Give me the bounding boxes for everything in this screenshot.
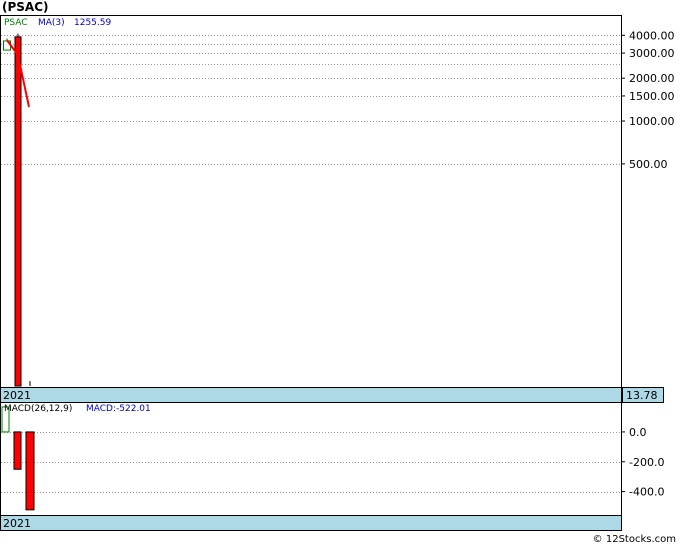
price-tick-label: 4000.00 xyxy=(629,29,675,42)
macd-y-axis: 0.0 -200.0 -400.0 xyxy=(621,426,664,499)
macd-legend-value: MACD:-522.01 xyxy=(86,404,151,414)
macd-panel-frame xyxy=(0,402,622,531)
price-tick-label: 1000.00 xyxy=(629,115,675,128)
macd-tick-label: -200.0 xyxy=(629,456,664,469)
macd-legend-label: MACD(26,12,9) xyxy=(4,404,72,414)
price-tick-label: 3000.00 xyxy=(629,47,675,60)
price-x-label: 2021 xyxy=(3,389,31,402)
price-y-axis: 4000.00 3000.00 2000.00 1500.00 1000.00 500.0… xyxy=(621,29,675,171)
macd-bars xyxy=(1,406,35,511)
macd-bar xyxy=(13,431,22,470)
macd-tick-label: 0.0 xyxy=(629,426,647,439)
price-tick-label: 500.00 xyxy=(629,158,668,171)
macd-bar xyxy=(25,431,35,511)
price-tick-label: 1500.00 xyxy=(629,90,675,103)
price-gridlines xyxy=(1,35,621,165)
macd-x-label: 2021 xyxy=(3,517,31,530)
candle-body xyxy=(14,36,22,387)
ticker-legend: PSAC xyxy=(4,18,28,28)
price-date-band xyxy=(0,387,622,403)
macd-gridlines xyxy=(1,432,621,493)
last-price-label: 13.78 xyxy=(626,389,658,402)
price-tick-label: 2000.00 xyxy=(629,72,675,85)
chart-canvas: 4000.00 3000.00 2000.00 1500.00 1000.00 500.0… xyxy=(0,15,675,531)
copyright-notice: © 12Stocks.com xyxy=(592,534,676,545)
ma-legend-value: 1255.59 xyxy=(74,18,111,28)
macd-tick-label: -400.0 xyxy=(629,486,664,499)
price-candles xyxy=(3,33,31,387)
macd-date-band xyxy=(0,515,622,531)
ma-legend-label: MA(3) xyxy=(38,18,65,28)
price-panel-frame xyxy=(0,15,622,403)
